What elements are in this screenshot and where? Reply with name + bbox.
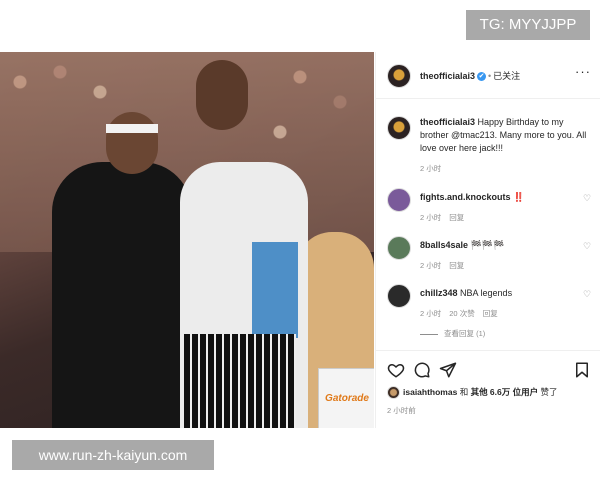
reply-button[interactable]: 回复 <box>483 309 498 318</box>
post-photo[interactable]: Gatorade <box>0 52 374 428</box>
headband <box>106 124 158 133</box>
following-button[interactable]: 已关注 <box>493 71 520 81</box>
liker-avatar[interactable] <box>387 386 400 400</box>
jersey-stripe <box>252 242 298 338</box>
comment-meta: 2 小时 回复 <box>420 260 472 271</box>
reply-button[interactable]: 回复 <box>449 213 464 222</box>
caption-username[interactable]: theofficialai3 <box>420 117 475 127</box>
post-sidebar: theofficialai3 ✔ • 已关注 ··· theofficialai3 H… <box>375 52 600 428</box>
author-username[interactable]: theofficialai3 <box>420 71 475 81</box>
replies-divider <box>420 333 438 335</box>
comment-meta: 2 小时 回复 <box>420 212 472 223</box>
comment-item: 8balls4sale 🏁🏁🏁 2 小时 回复 ♡ <box>387 236 592 270</box>
comment-username[interactable]: 8balls4sale <box>420 240 468 250</box>
separator-dot: • <box>488 71 492 81</box>
comment-avatar[interactable] <box>387 284 411 308</box>
player-left-head <box>106 112 158 174</box>
view-replies-button[interactable]: 查看回复 (1) <box>420 328 485 339</box>
comment-item: fights.and.knockouts ‼️ 2 小时 回复 ♡ <box>387 188 592 222</box>
caption-avatar[interactable] <box>387 116 411 140</box>
comment-avatar[interactable] <box>387 236 411 260</box>
comment-username[interactable]: chillz348 <box>420 288 458 298</box>
comment-likes[interactable]: 20 次赞 <box>449 309 474 318</box>
liker-username[interactable]: isaiahthomas <box>403 387 457 397</box>
comment-time: 2 小时 <box>420 261 442 270</box>
comment-time: 2 小时 <box>420 309 442 318</box>
view-replies-label: 查看回复 (1) <box>444 329 486 338</box>
author-line: theofficialai3 ✔ • 已关注 <box>420 69 520 82</box>
caption-time: 2 小时 <box>420 164 442 173</box>
comment-text: fights.and.knockouts ‼️ <box>420 192 524 203</box>
instagram-post: Gatorade theofficialai3 ✔ • 已关注 ··· theoffi… <box>0 52 600 428</box>
more-options-icon[interactable]: ··· <box>575 64 591 79</box>
comment-body: ‼️ <box>510 192 525 202</box>
comment-like-icon[interactable]: ♡ <box>583 194 592 203</box>
verified-icon: ✔ <box>477 72 487 82</box>
reply-button[interactable]: 回复 <box>449 261 464 270</box>
comment-icon[interactable] <box>413 361 431 379</box>
comment-username[interactable]: fights.and.knockouts <box>420 192 511 202</box>
post-time: 2 小时前 <box>387 406 416 415</box>
bookmark-icon[interactable] <box>573 361 591 379</box>
caption-text: theofficialai3 Happy Birthday to my brot… <box>420 116 592 155</box>
player-left <box>52 162 192 428</box>
comment-like-icon[interactable]: ♡ <box>583 242 592 251</box>
comment-like-icon[interactable]: ♡ <box>583 290 592 299</box>
post-header: theofficialai3 ✔ • 已关注 ··· <box>376 52 600 99</box>
gatorade-sign: Gatorade <box>318 368 374 428</box>
action-bar: isaiahthomas 和 其他 6.6万 位用户 赞了 2 小时前 <box>376 350 600 429</box>
comment-body: NBA legends <box>457 288 513 298</box>
comment-avatar[interactable] <box>387 188 411 212</box>
player-right-head <box>196 60 248 130</box>
likes-connector: 和 <box>457 387 471 397</box>
watermark-top: TG: MYYJJPP <box>466 10 590 40</box>
likes-suffix: 赞了 <box>538 387 558 397</box>
comment-time: 2 小时 <box>420 213 442 222</box>
watermark-bottom: www.run-zh-kaiyun.com <box>12 440 214 470</box>
comment-meta: 2 小时 20 次赞 回复 <box>420 308 506 319</box>
author-avatar[interactable] <box>387 64 411 88</box>
striped-shorts <box>184 334 296 428</box>
comment-text: 8balls4sale 🏁🏁🏁 <box>420 240 504 251</box>
comment-body: 🏁🏁🏁 <box>468 240 505 250</box>
likes-count[interactable]: 其他 6.6万 位用户 <box>471 387 539 397</box>
heart-icon[interactable] <box>387 361 405 379</box>
send-icon[interactable] <box>439 361 457 379</box>
likes-line: isaiahthomas 和 其他 6.6万 位用户 赞了 <box>387 386 558 400</box>
comment-text: chillz348 NBA legends <box>420 288 512 298</box>
comment-item: chillz348 NBA legends 2 小时 20 次赞 回复 ♡ <box>387 284 592 318</box>
